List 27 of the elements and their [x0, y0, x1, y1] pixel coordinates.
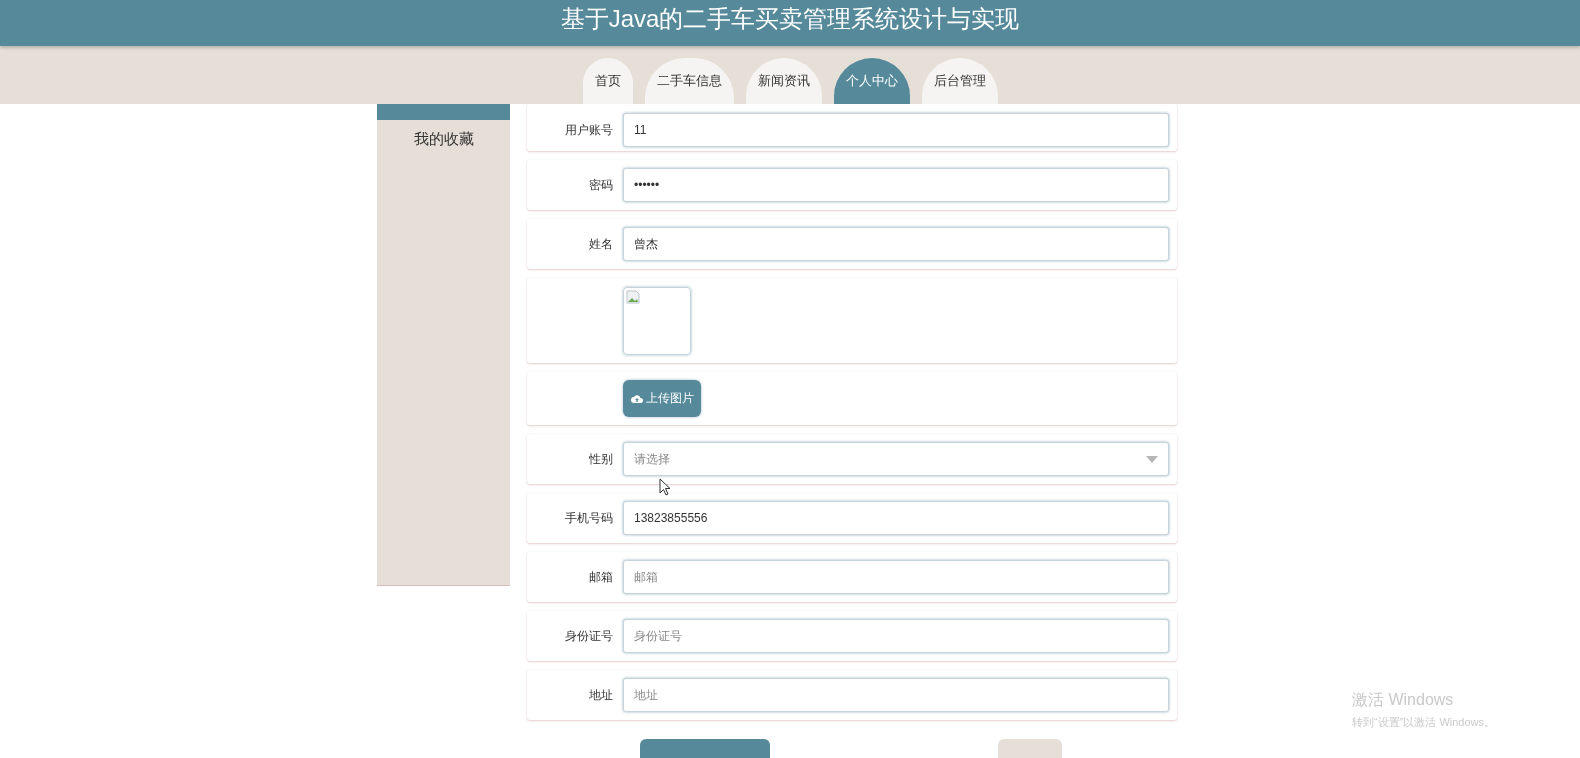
cloud-upload-icon	[630, 393, 643, 404]
field-label: 密码	[589, 177, 613, 192]
input-field[interactable]: 身份证号	[623, 619, 1169, 653]
input-field[interactable]: 11	[623, 113, 1169, 147]
input-field[interactable]: 地址	[623, 678, 1169, 712]
input-field[interactable]: ••••••	[623, 168, 1169, 202]
field-label: 姓名	[589, 236, 613, 251]
caret-icon	[1146, 455, 1158, 463]
input-field[interactable]: 曾杰	[623, 227, 1169, 261]
input-field[interactable]: 邮箱	[623, 560, 1169, 594]
site-title: 基于Java的二手车买卖管理系统设计与实现	[560, 4, 1020, 34]
field-label: 性别	[589, 451, 613, 466]
nav-tab[interactable]: 首页	[582, 58, 633, 104]
broken-image-icon	[626, 289, 640, 304]
nav-tab[interactable]: 个人中心	[833, 58, 910, 104]
field-label: 用户账号	[565, 122, 613, 137]
field-label: 邮箱	[589, 569, 613, 584]
nav-tab[interactable]: 新闻资讯	[745, 58, 822, 104]
input-field[interactable]: 13823855556	[623, 501, 1169, 535]
field-label: 手机号码	[565, 510, 613, 525]
sidebar-item[interactable]: 我的收藏	[377, 130, 510, 149]
select-field[interactable]: 请选择	[623, 442, 1169, 476]
upload-button[interactable]: 上传图片	[623, 380, 701, 417]
field-label: 地址	[589, 687, 613, 702]
nav-tab[interactable]: 二手车信息	[644, 58, 734, 104]
field-label: 身份证号	[565, 628, 613, 643]
nav-tab[interactable]: 后台管理	[921, 58, 998, 104]
